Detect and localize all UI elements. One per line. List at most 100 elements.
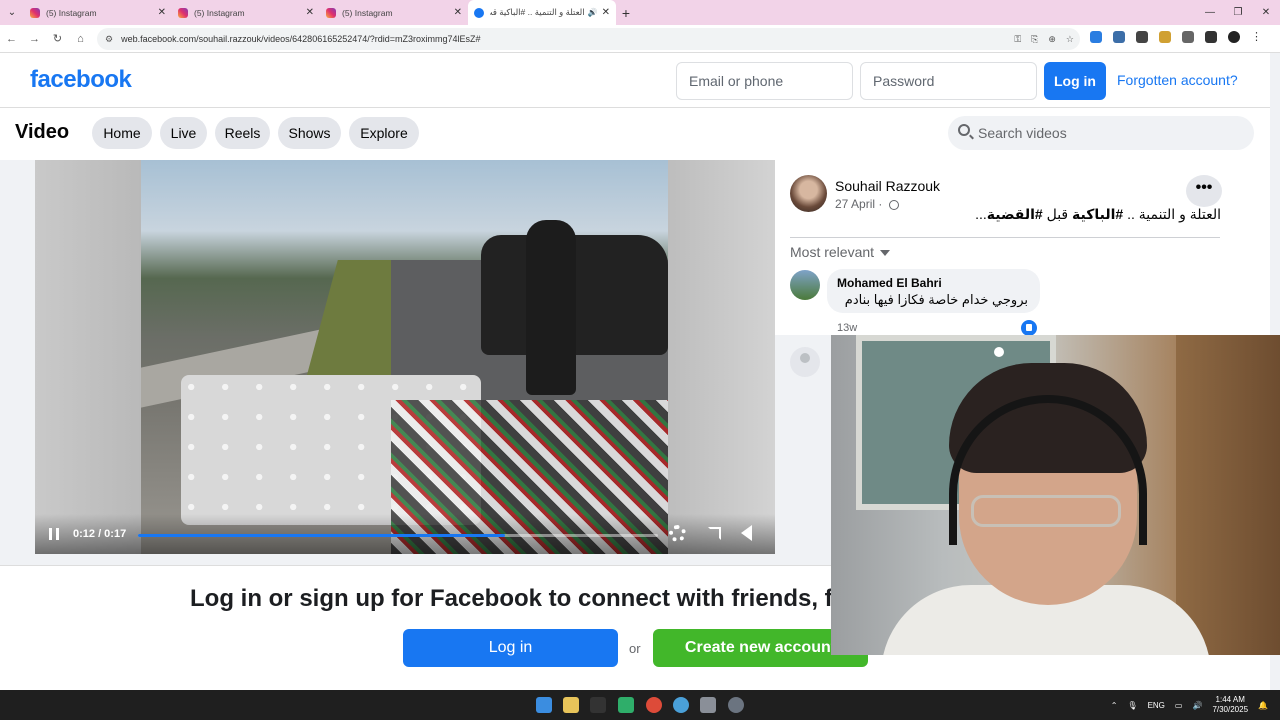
hashtag-link[interactable]: #القضية <box>987 206 1043 222</box>
caption-ellipsis[interactable]: ... <box>975 206 987 222</box>
app-green-icon[interactable] <box>618 697 634 713</box>
password-key-icon[interactable]: ⚿ <box>1014 34 1021 45</box>
tab-shows[interactable]: Shows <box>278 117 341 149</box>
commenter-avatar[interactable] <box>790 270 820 300</box>
speaker-icon[interactable]: 🔊 <box>588 8 598 17</box>
reply-avatar-placeholder <box>790 347 820 377</box>
pause-icon[interactable] <box>49 528 59 540</box>
webcam-glasses <box>971 495 1121 527</box>
divider <box>790 237 1220 238</box>
banner-login-button[interactable]: Log in <box>403 629 618 667</box>
tab-close-icon[interactable]: ✕ <box>454 7 462 18</box>
browser-tab-4-active[interactable]: العتلة و التنمية .. #الباكية قب 🔊 ✕ <box>468 0 616 25</box>
clock[interactable]: 1:44 AM 7/30/2025 <box>1212 695 1248 715</box>
tab-search-button[interactable]: ⌄ <box>0 0 24 25</box>
tab-live[interactable]: Live <box>160 117 207 149</box>
instagram-icon <box>326 7 336 18</box>
profile-avatar-icon[interactable] <box>1228 31 1240 43</box>
comment-sort-dropdown[interactable]: Most relevant <box>790 244 891 260</box>
install-icon[interactable]: ⎘ <box>1031 34 1038 45</box>
menu-kebab-icon[interactable]: ⋮ <box>1251 31 1263 43</box>
language-indicator[interactable]: ENG <box>1148 701 1165 710</box>
tab-close-icon[interactable]: ✕ <box>306 7 314 18</box>
settings-gear-icon[interactable] <box>669 525 686 542</box>
extension-icon-3[interactable] <box>1136 31 1148 43</box>
author-name[interactable]: Souhail Razzouk <box>835 178 940 194</box>
chrome-icon[interactable] <box>646 697 662 713</box>
tab-home[interactable]: Home <box>92 117 152 149</box>
site-info-icon[interactable]: ⚙ <box>105 34 113 45</box>
app-globe-icon[interactable] <box>673 697 689 713</box>
forgotten-account-link[interactable]: Forgotten account? <box>1117 72 1238 88</box>
video-progress-bar[interactable] <box>138 534 658 537</box>
browser-tab-1[interactable]: (5) Instagram ✕ <box>24 0 172 25</box>
chevron-up-icon[interactable]: ⌃ <box>1111 701 1118 710</box>
like-reaction-icon[interactable] <box>1021 320 1037 336</box>
video-player[interactable]: 0:12 / 0:17 <box>35 160 775 554</box>
extension-icon-4[interactable] <box>1159 31 1171 43</box>
windows-taskbar: ⌃ 🎙 ENG ▭ 🔊 1:44 AM 7/30/2025 🔔 <box>0 690 1280 720</box>
microphone-icon[interactable]: 🎙 <box>1127 701 1137 710</box>
email-field[interactable] <box>676 62 853 100</box>
extensions-puzzle-icon[interactable] <box>1182 31 1194 43</box>
comment-time[interactable]: 13w <box>837 322 857 334</box>
tab-reels[interactable]: Reels <box>215 117 270 149</box>
reload-icon[interactable]: ↻ <box>46 32 69 45</box>
video-blur-right <box>668 160 775 554</box>
video-time: 0:12 / 0:17 <box>73 528 127 540</box>
network-icon[interactable]: ▭ <box>1175 701 1183 710</box>
login-button[interactable]: Log in <box>1044 62 1106 100</box>
password-field[interactable] <box>860 62 1037 100</box>
facebook-icon <box>474 7 484 18</box>
tab-explore[interactable]: Explore <box>349 117 419 149</box>
more-options-button[interactable]: ••• <box>1186 175 1222 207</box>
tab-title: (5) Instagram <box>46 7 97 18</box>
comment-bubble: Mohamed El Bahri بروجي خدام خاصة فكازا ف… <box>827 269 1040 313</box>
back-icon[interactable]: ← <box>0 33 23 45</box>
system-tray: ⌃ 🎙 ENG ▭ 🔊 1:44 AM 7/30/2025 🔔 <box>1111 690 1268 720</box>
tab-close-icon[interactable]: ✕ <box>158 7 166 18</box>
video-frame <box>141 160 668 554</box>
app-icon[interactable] <box>590 697 606 713</box>
file-explorer-icon[interactable] <box>563 697 579 713</box>
volume-tray-icon[interactable]: 🔊 <box>1192 701 1202 710</box>
facebook-header: facebook Log in Forgotten account? <box>0 53 1270 108</box>
video-nav: Video Home Live Reels Shows Explore Sear… <box>0 108 1270 160</box>
tab-title: (5) Instagram <box>194 7 245 18</box>
comment-text: بروجي خدام خاصة فكازا فيها بنادم <box>844 292 1028 307</box>
calculator-icon[interactable] <box>700 697 716 713</box>
maximize-icon[interactable]: ❐ <box>1224 0 1252 25</box>
url-text: web.facebook.com/souhail.razzouk/videos/… <box>121 34 481 44</box>
settings-icon[interactable] <box>728 697 744 713</box>
caption-text: قبل <box>1042 206 1073 222</box>
hashtag-link[interactable]: #الباكية <box>1072 206 1123 222</box>
address-bar[interactable]: ⚙ web.facebook.com/souhail.razzouk/video… <box>97 28 1080 50</box>
tab-close-icon[interactable]: ✕ <box>602 7 610 18</box>
video-progress-fill <box>138 534 506 537</box>
omnibox-icons: ⚿ ⎘ ⊕ ☆ <box>1014 34 1074 45</box>
caption-text: العتلة و التنمية .. <box>1123 206 1221 222</box>
extension-icon-1[interactable] <box>1090 31 1102 43</box>
start-windows-icon[interactable] <box>536 697 552 713</box>
extension-icon-2[interactable] <box>1113 31 1125 43</box>
search-videos-input[interactable]: Search videos <box>948 116 1254 150</box>
new-tab-button[interactable]: + <box>616 5 636 21</box>
search-placeholder: Search videos <box>978 125 1067 141</box>
volume-icon[interactable] <box>741 525 752 541</box>
zoom-icon[interactable]: ⊕ <box>1048 34 1056 45</box>
home-icon[interactable]: ⌂ <box>69 33 92 45</box>
close-window-icon[interactable]: ✕ <box>1252 0 1280 25</box>
media-control-icon[interactable] <box>1205 31 1217 43</box>
bookmark-star-icon[interactable]: ☆ <box>1066 34 1074 45</box>
facebook-logo[interactable]: facebook <box>30 66 132 94</box>
fullscreen-icon[interactable] <box>708 527 721 540</box>
search-icon <box>958 124 970 136</box>
forward-icon[interactable]: → <box>23 33 46 45</box>
browser-tab-3[interactable]: (5) Instagram ✕ <box>320 0 468 25</box>
clock-time: 1:44 AM <box>1215 695 1245 704</box>
browser-tab-2[interactable]: (5) Instagram ✕ <box>172 0 320 25</box>
browser-tab-strip: ⌄ (5) Instagram ✕ (5) Instagram ✕ (5) In… <box>0 0 1280 25</box>
minimize-icon[interactable]: — <box>1196 0 1224 25</box>
comment-author[interactable]: Mohamed El Bahri <box>837 276 942 290</box>
notification-bell-icon[interactable]: 🔔 <box>1258 701 1268 710</box>
